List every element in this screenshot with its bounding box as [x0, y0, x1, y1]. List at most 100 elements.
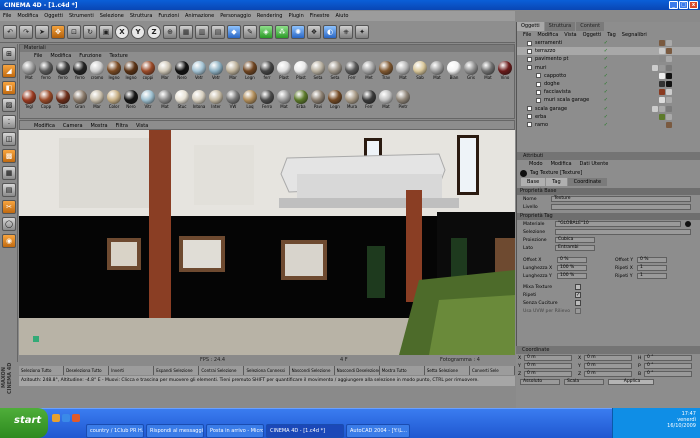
visibility-check-icon[interactable]: ✓ [604, 48, 608, 54]
material-pick-icon[interactable] [685, 221, 691, 227]
menu-rendering[interactable]: Rendering [257, 13, 283, 19]
command-contrai-selezione[interactable]: Contrai Selezione [199, 366, 245, 375]
object-row[interactable]: ramo ✓ [517, 121, 700, 129]
x-axis-icon[interactable]: X [115, 24, 129, 39]
taskbar-item-3[interactable]: Posta in arrivo - Micro... [206, 424, 264, 438]
coord-field[interactable]: 0 m [584, 371, 632, 377]
material-swatch[interactable]: Ferr [344, 61, 360, 89]
material-tag-icon[interactable] [659, 80, 665, 87]
paint-icon[interactable]: ◉ [2, 234, 16, 248]
material-tag-icon[interactable] [666, 72, 672, 79]
materials-menu-file[interactable]: File [34, 52, 42, 60]
material-swatch[interactable]: cromo [89, 61, 105, 89]
select-icon[interactable]: ➤ [35, 24, 49, 39]
object-menu-modifica[interactable]: Modifica [537, 32, 558, 38]
menu-modifica[interactable]: Modifica [17, 13, 38, 19]
object-menu-file[interactable]: File [523, 32, 531, 38]
quicklaunch-desktop-icon[interactable] [62, 414, 70, 422]
command-seleziona-tutto[interactable]: Seleziona Tutto [19, 366, 65, 375]
material-tag-icon[interactable] [659, 113, 665, 120]
offset-x-field[interactable]: 0 % [557, 257, 587, 263]
menu-selezione[interactable]: Selezione [100, 13, 124, 19]
command-inverti[interactable]: Inverti [109, 366, 155, 375]
menu-file[interactable]: File [3, 13, 11, 19]
material-tag-icon[interactable] [652, 64, 658, 71]
materials-menu-modifica[interactable]: Modifica [50, 52, 71, 60]
apply-button[interactable]: Applica [608, 379, 654, 385]
command-seleziona-connessi[interactable]: Seleziona Connessi [244, 366, 290, 375]
viewport-menu-modifica[interactable]: Modifica [34, 123, 55, 129]
material-swatch[interactable]: Stuc [174, 90, 190, 118]
visibility-check-icon[interactable]: ✓ [604, 89, 608, 95]
material-swatch[interactable]: Mat [276, 90, 292, 118]
material-swatch[interactable]: Plast [276, 61, 292, 89]
tab-oggetti[interactable]: Oggetti [517, 22, 544, 31]
material-swatch[interactable]: Loq [242, 90, 258, 118]
material-swatch[interactable]: ferro [55, 61, 71, 89]
object-row[interactable]: facciavista ✓ [517, 88, 700, 96]
menu-strumenti[interactable]: Strumenti [69, 13, 94, 19]
visibility-check-icon[interactable]: ✓ [604, 97, 608, 103]
material-swatch[interactable]: Inter [208, 90, 224, 118]
material-swatch[interactable]: Sab [412, 61, 428, 89]
tab-struttura[interactable]: Struttura [544, 22, 576, 31]
object-row[interactable]: muri scala garage ✓ [517, 96, 700, 104]
light-icon[interactable]: ✦ [355, 24, 369, 39]
attr-tab-tag[interactable]: Tag [546, 178, 567, 186]
points-tool-icon[interactable]: ⁚ [2, 115, 16, 129]
material-swatch[interactable]: Ferr [361, 90, 377, 118]
material-swatch[interactable]: Gris [463, 61, 479, 89]
nurbs-icon[interactable]: ◈ [259, 24, 273, 39]
texture-tool-icon[interactable]: ▨ [2, 98, 16, 112]
magnet-icon[interactable]: ◯ [2, 217, 16, 231]
material-swatch[interactable]: Intona [191, 90, 207, 118]
minimize-button[interactable]: _ [669, 1, 678, 9]
object-icon[interactable]: ▣ [99, 24, 113, 39]
material-swatch[interactable]: Mat [395, 61, 411, 89]
edges-tool-icon[interactable]: ◫ [2, 132, 16, 146]
material-tag-icon[interactable] [659, 48, 665, 55]
move-icon[interactable]: ✥ [51, 24, 65, 39]
command-converti-sele[interactable]: Converti Sele [469, 366, 516, 375]
close-button[interactable]: x [689, 1, 698, 9]
visibility-check-icon[interactable]: ✓ [604, 56, 608, 62]
material-tag-icon[interactable] [659, 56, 665, 63]
seamless-checkbox[interactable] [575, 300, 581, 306]
command-mostra-tutto[interactable]: Mostra Tutto [379, 366, 425, 375]
menu-funzioni[interactable]: Funzioni [158, 13, 179, 19]
command-espandi-selezione[interactable]: Espandi Selezione [154, 366, 200, 375]
rotate-icon[interactable]: ↻ [83, 24, 97, 39]
object-menu-vista[interactable]: Vista [564, 32, 576, 38]
object-row[interactable]: pavimento pt ✓ [517, 55, 700, 63]
quicklaunch-ie-icon[interactable] [52, 414, 60, 422]
material-tag-icon[interactable] [659, 40, 665, 46]
layer-field[interactable] [551, 204, 691, 210]
material-swatch[interactable]: Gran [72, 90, 88, 118]
material-swatch[interactable]: Vetr [191, 61, 207, 89]
menu-finestre[interactable]: Finestre [310, 13, 330, 19]
visibility-check-icon[interactable]: ✓ [604, 81, 608, 87]
make-editable-icon[interactable]: ⊞ [2, 47, 16, 61]
coord-field[interactable]: 0 ° [644, 355, 692, 361]
mix-checkbox[interactable] [575, 284, 581, 290]
material-tag-icon[interactable] [666, 64, 672, 71]
taskbar-item-4[interactable]: CINEMA 4D - [1.c4d *] [266, 424, 344, 438]
material-swatch[interactable]: Mar [89, 90, 105, 118]
material-swatch[interactable]: ferro [72, 61, 88, 89]
material-swatch[interactable]: Nero [174, 61, 190, 89]
material-tag-icon[interactable] [666, 97, 672, 104]
object-menu-oggetti[interactable]: Oggetti [583, 32, 602, 38]
material-tag-icon[interactable] [666, 121, 672, 128]
model-tool-icon[interactable]: ◢ [2, 64, 16, 78]
tab-content[interactable]: Content [576, 22, 605, 31]
material-swatch[interactable]: Mat [157, 90, 173, 118]
material-swatch[interactable]: Vitr [140, 90, 156, 118]
viewport-menu-filtra[interactable]: Filtra [116, 123, 128, 129]
scene-icon[interactable]: ❖ [307, 24, 321, 39]
side-select[interactable]: Entrambi [555, 245, 595, 251]
camera-icon[interactable]: ⎈ [339, 24, 353, 39]
render-settings-icon[interactable]: ▤ [211, 24, 225, 39]
object-row[interactable]: scala garage ✓ [517, 105, 700, 113]
material-tag-icon[interactable] [659, 89, 665, 96]
material-swatch[interactable]: Mat [21, 61, 37, 89]
